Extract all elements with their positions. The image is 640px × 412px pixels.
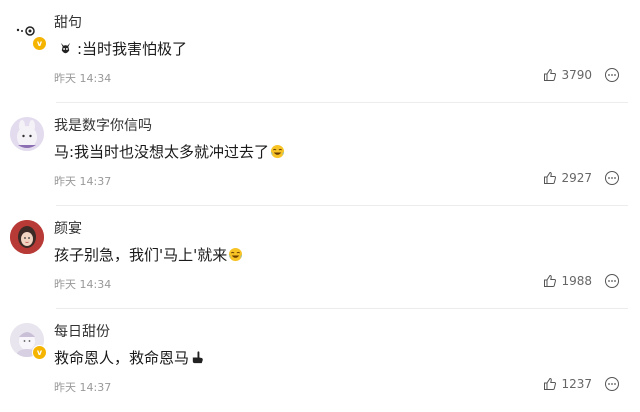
avatar[interactable] — [10, 220, 44, 254]
thumbs-up-icon — [544, 171, 557, 184]
comment-more-icon[interactable] — [604, 67, 620, 83]
comment-item: v 每日甜份 救命恩人，救命恩马 昨天 14:37 1237 — [0, 309, 640, 412]
thumbs-up-icon — [544, 274, 557, 287]
username[interactable]: 甜句 — [54, 12, 82, 32]
comment-text-row: 孩子别急，我们'马上'就来 — [54, 244, 243, 265]
like-button[interactable]: 2927 — [543, 171, 592, 185]
like-count: 1237 — [561, 377, 592, 391]
avatar[interactable] — [10, 117, 44, 151]
comment-item: 我是数字你信吗 马:我当时也没想太多就冲过去了 昨天 14:37 2927 — [0, 103, 640, 206]
verified-badge-icon: v — [32, 345, 47, 360]
comment-text-row: 救命恩人，救命恩马 — [54, 347, 205, 368]
comment-time: 昨天 14:34 — [54, 278, 112, 291]
comment-text: 马:我当时也没想太多就冲过去了 — [54, 143, 270, 161]
like-button[interactable]: 1988 — [543, 274, 592, 288]
like-count: 1988 — [561, 274, 592, 288]
comment-more-icon[interactable] — [604, 376, 620, 392]
comment-text: 孩子别急，我们'马上'就来 — [54, 246, 228, 264]
laughing-tears-emoji-icon — [271, 144, 285, 159]
comment-time: 昨天 14:34 — [54, 72, 112, 85]
avatar[interactable]: v — [10, 323, 47, 360]
thumbs-up-icon — [544, 377, 557, 390]
comment-text-row: :当时我害怕极了 — [54, 38, 187, 59]
comment-text-row: 马:我当时也没想太多就冲过去了 — [54, 141, 285, 162]
avatar[interactable]: v — [10, 14, 47, 51]
username[interactable]: 每日甜份 — [54, 321, 110, 341]
pointing-hand-emoji-icon — [192, 351, 203, 364]
comment-text: :当时我害怕极了 — [77, 40, 188, 58]
comment-text: 救命恩人，救命恩马 — [54, 349, 190, 367]
like-count: 2927 — [561, 171, 592, 185]
laughing-tears-emoji-icon — [229, 247, 243, 262]
comment-more-icon[interactable] — [604, 273, 620, 289]
comment-item: 颜宴 孩子别急，我们'马上'就来 昨天 14:34 1988 — [0, 206, 640, 309]
like-count: 3790 — [561, 68, 592, 82]
like-button[interactable]: 1237 — [543, 377, 592, 391]
comment-time: 昨天 14:37 — [54, 381, 112, 394]
comment-more-icon[interactable] — [604, 170, 620, 186]
thumbs-up-icon — [544, 68, 557, 81]
verified-badge-icon: v — [32, 36, 47, 51]
comment-item: v 甜句 :当时我害怕极了 昨天 14:34 3790 — [0, 0, 640, 103]
username[interactable]: 我是数字你信吗 — [54, 115, 152, 135]
ghost-emoji-icon — [60, 42, 71, 54]
username[interactable]: 颜宴 — [54, 218, 82, 238]
like-button[interactable]: 3790 — [543, 68, 592, 82]
comment-time: 昨天 14:37 — [54, 175, 112, 188]
